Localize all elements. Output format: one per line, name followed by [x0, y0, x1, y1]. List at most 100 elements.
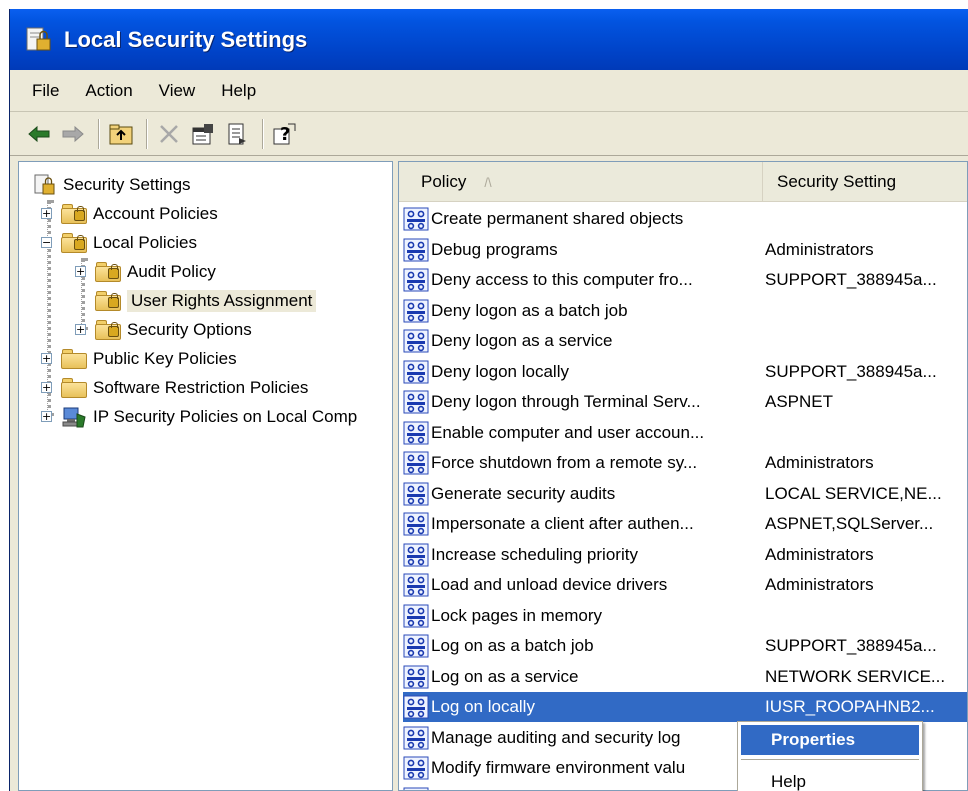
- list-row[interactable]: Enable computer and user accoun...: [403, 418, 967, 448]
- lock-folder-icon: [95, 319, 121, 340]
- user-right-policy-icon: [403, 665, 429, 689]
- tree-item-label: Audit Policy: [127, 261, 216, 281]
- list-row[interactable]: Generate security audits LOCAL SERVICE,NE…: [403, 479, 967, 509]
- tree-item-audit-policy[interactable]: + Audit Policy: [75, 257, 216, 286]
- list-row[interactable]: Deny logon through Terminal Serv... ASPNE…: [403, 387, 967, 417]
- back-arrow-icon: [28, 125, 50, 142]
- list-row[interactable]: Log on locally IUSR_ROOPAHNB2...: [403, 692, 967, 722]
- policy-setting: Administrators: [765, 575, 874, 594]
- delete-button[interactable]: [154, 119, 184, 149]
- expand-toggle[interactable]: +: [41, 382, 52, 393]
- policy-setting: ASPNET: [765, 392, 834, 411]
- list-row[interactable]: Create permanent shared objects: [403, 204, 967, 234]
- collapse-toggle[interactable]: −: [41, 237, 52, 248]
- list-row[interactable]: Impersonate a client after authen... ASPN…: [403, 509, 967, 539]
- policy-name: Load and unload device drivers: [431, 575, 668, 594]
- list-row[interactable]: Lock pages in memory: [403, 601, 967, 631]
- policy-name: Lock pages in memory: [431, 605, 603, 625]
- user-right-policy-icon: [403, 482, 429, 506]
- policy-setting: ASPNET,SQLServer...: [765, 514, 934, 533]
- up-folder-button[interactable]: [106, 119, 136, 149]
- tree-item-label: Software Restriction Policies: [93, 377, 309, 397]
- policy-setting: Administrators: [765, 453, 874, 472]
- lock-folder-icon: [95, 290, 121, 311]
- window-title: Local Security Settings: [64, 26, 308, 52]
- menu-bar: File Action View Help: [10, 70, 968, 112]
- user-right-policy-icon: [403, 604, 429, 628]
- policy-setting: SUPPORT_388945a...: [765, 636, 937, 655]
- console-tree[interactable]: Security Settings + Account Policies − L…: [18, 161, 393, 791]
- column-header-policy[interactable]: Policy /\: [399, 162, 763, 202]
- tree-item-user-rights-assignment[interactable]: User Rights Assignment: [95, 286, 317, 315]
- tree-item-account-policies[interactable]: + Account Policies: [41, 199, 218, 228]
- tree-item-ip-security-policies[interactable]: + IP Security Policies on Local Comp: [41, 402, 357, 431]
- tree-item-security-options[interactable]: + Security Options: [75, 315, 252, 344]
- list-row[interactable]: Deny logon as a service: [403, 326, 967, 356]
- tree-item-label: User Rights Assignment: [127, 289, 317, 312]
- column-header-security-setting[interactable]: Security Setting: [765, 162, 967, 202]
- list-row[interactable]: Deny logon locally SUPPORT_388945a...: [403, 357, 967, 387]
- tree-item-software-restriction-policies[interactable]: + Software Restriction Policies: [41, 373, 308, 402]
- expand-toggle[interactable]: +: [41, 208, 52, 219]
- delete-x-icon: [160, 124, 178, 143]
- svg-text:?: ?: [280, 124, 290, 145]
- tree-item-public-key-policies[interactable]: + Public Key Policies: [41, 344, 237, 373]
- policy-name: Enable computer and user accoun...: [431, 422, 705, 442]
- list-header: Policy /\ Security Setting: [399, 162, 967, 202]
- menu-file[interactable]: File: [10, 70, 72, 111]
- toolbar: ?: [10, 112, 968, 156]
- policy-name: Deny logon as a batch job: [431, 300, 628, 320]
- list-row[interactable]: Deny access to this computer fro... SUPPO…: [403, 265, 967, 295]
- tree-item-label: IP Security Policies on Local Comp: [93, 406, 358, 426]
- tree-item-label: Public Key Policies: [93, 348, 237, 368]
- properties-icon: [192, 123, 213, 144]
- menu-help[interactable]: Help: [208, 70, 269, 111]
- list-row[interactable]: Deny logon as a batch job: [403, 296, 967, 326]
- forward-button[interactable]: [58, 119, 88, 149]
- user-right-policy-icon: [403, 329, 429, 353]
- policy-list[interactable]: Policy /\ Security Setting Create perman…: [398, 161, 968, 791]
- export-list-icon: [228, 123, 246, 144]
- list-row[interactable]: Increase scheduling priority Administrato…: [403, 540, 967, 570]
- tree-item-label: Account Policies: [93, 203, 218, 223]
- list-row[interactable]: Force shutdown from a remote sy... Admini…: [403, 448, 967, 478]
- toolbar-separator: [98, 118, 100, 149]
- properties-button[interactable]: [188, 119, 218, 149]
- lock-folder-icon: [61, 232, 87, 253]
- tree-item-label: Local Policies: [93, 232, 197, 252]
- list-row[interactable]: Debug programs Administrators: [403, 235, 967, 265]
- policy-name: Log on as a service: [431, 666, 579, 686]
- user-right-policy-icon: [403, 360, 429, 384]
- tree-root-label: Security Settings: [63, 174, 191, 194]
- expand-toggle[interactable]: +: [41, 353, 52, 364]
- user-right-policy-icon: [403, 390, 429, 414]
- menu-view[interactable]: View: [146, 70, 209, 111]
- context-menu-help[interactable]: Help: [741, 767, 919, 791]
- list-row[interactable]: Log on as a service NETWORK SERVICE...: [403, 662, 967, 692]
- user-right-policy-icon: [403, 207, 429, 231]
- user-right-policy-icon: [403, 573, 429, 597]
- lock-folder-icon: [61, 203, 87, 224]
- title-bar[interactable]: Local Security Settings: [10, 9, 968, 70]
- export-list-button[interactable]: [222, 119, 252, 149]
- menu-action[interactable]: Action: [72, 70, 145, 111]
- folder-icon: [61, 377, 87, 398]
- user-right-policy-icon: [403, 726, 429, 750]
- user-right-policy-icon: [403, 695, 429, 719]
- user-right-policy-icon: [403, 634, 429, 658]
- app-window: Local Security Settings File Action View…: [9, 9, 968, 791]
- user-right-policy-icon: [403, 512, 429, 536]
- expand-toggle[interactable]: +: [75, 324, 86, 335]
- user-right-policy-icon: [403, 451, 429, 475]
- context-menu-properties[interactable]: Properties: [741, 725, 919, 755]
- tree-root[interactable]: Security Settings: [33, 170, 191, 199]
- list-row[interactable]: Log on as a batch job SUPPORT_388945a...: [403, 631, 967, 661]
- expand-toggle[interactable]: +: [41, 411, 52, 422]
- expand-toggle[interactable]: +: [75, 266, 86, 277]
- tree-item-local-policies[interactable]: − Local Policies: [41, 228, 197, 257]
- list-row[interactable]: Load and unload device drivers Administra…: [403, 570, 967, 600]
- back-button[interactable]: [24, 119, 54, 149]
- policy-name: Deny logon as a service: [431, 331, 613, 350]
- toolbar-separator: [146, 118, 148, 149]
- help-button[interactable]: ?: [270, 119, 300, 149]
